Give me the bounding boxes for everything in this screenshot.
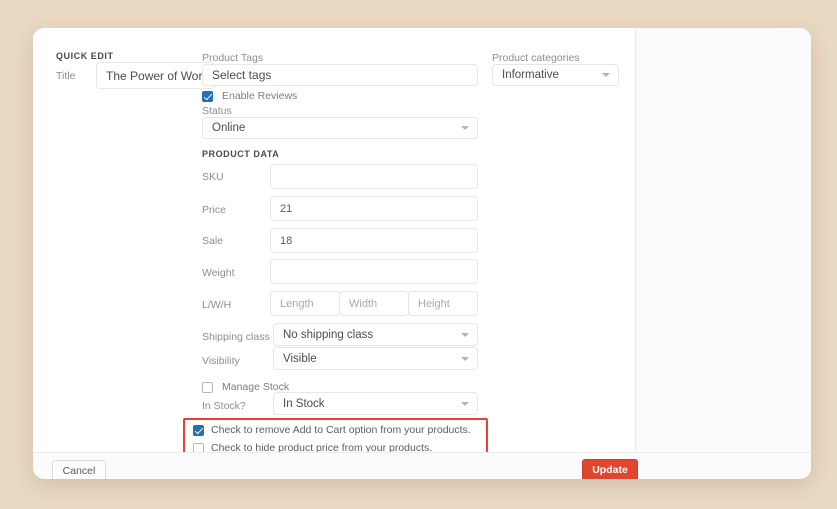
weight-label: Weight — [202, 267, 235, 279]
in-stock-value: In Stock — [283, 397, 325, 410]
remove-add-to-cart-checkbox[interactable] — [193, 424, 204, 436]
hide-price-checkbox[interactable] — [193, 442, 204, 452]
price-input[interactable]: 21 — [270, 196, 478, 221]
chevron-down-icon — [461, 401, 469, 406]
enable-reviews-row[interactable]: Enable Reviews — [202, 90, 297, 102]
price-label: Price — [202, 204, 226, 216]
footer-divider — [33, 452, 811, 453]
weight-input[interactable] — [270, 259, 478, 284]
product-tags-label: Product Tags — [202, 52, 264, 64]
sale-label: Sale — [202, 235, 224, 247]
product-data-heading: PRODUCT DATA — [202, 149, 280, 159]
in-stock-label: In Stock? — [202, 400, 246, 412]
product-categories-select[interactable]: Informative — [492, 64, 619, 86]
hide-price-label: Check to hide product price from your pr… — [211, 442, 433, 452]
visibility-select[interactable]: Visible — [273, 347, 478, 370]
status-label: Status — [202, 105, 232, 117]
sale-input[interactable]: 18 — [270, 228, 478, 253]
width-input[interactable]: Width — [339, 291, 409, 316]
chevron-down-icon — [461, 356, 469, 361]
sku-input[interactable] — [270, 164, 478, 189]
in-stock-select[interactable]: In Stock — [273, 392, 478, 415]
remove-add-to-cart-label: Check to remove Add to Cart option from … — [211, 424, 471, 436]
update-button[interactable]: Update — [582, 459, 638, 479]
chevron-down-icon — [461, 126, 469, 130]
quick-edit-heading: QUICK EDIT — [56, 51, 114, 61]
shipping-class-label: Shipping class — [202, 331, 270, 343]
manage-stock-checkbox[interactable] — [202, 381, 213, 393]
visibility-label: Visibility — [202, 355, 240, 367]
status-select[interactable]: Online — [202, 117, 478, 139]
cancel-button[interactable]: Cancel — [52, 460, 106, 479]
quick-edit-modal: QUICK EDIT PRODUCT DATA Title The Power … — [33, 28, 811, 479]
enable-reviews-checkbox[interactable] — [202, 90, 213, 102]
height-input[interactable]: Height — [408, 291, 478, 316]
shipping-class-select[interactable]: No shipping class — [273, 323, 478, 346]
length-input[interactable]: Length — [270, 291, 340, 316]
product-categories-label: Product categories — [492, 52, 580, 64]
remove-add-to-cart-row[interactable]: Check to remove Add to Cart option from … — [193, 424, 471, 436]
hide-price-row[interactable]: Check to hide product price from your pr… — [193, 442, 432, 452]
status-value: Online — [212, 122, 246, 134]
chevron-down-icon — [461, 332, 469, 337]
visibility-value: Visible — [283, 352, 317, 365]
sku-label: SKU — [202, 171, 224, 183]
product-tags-input[interactable]: Select tags — [202, 64, 478, 86]
quick-edit-form-area: QUICK EDIT PRODUCT DATA Title The Power … — [33, 28, 636, 452]
shipping-class-value: No shipping class — [283, 328, 374, 341]
chevron-down-icon — [602, 73, 610, 77]
enable-reviews-label: Enable Reviews — [222, 90, 298, 102]
title-input[interactable]: The Power of Wor — [96, 62, 215, 89]
title-label: Title — [56, 70, 76, 82]
product-categories-value: Informative — [502, 69, 559, 81]
lwh-label: L/W/H — [202, 299, 232, 311]
